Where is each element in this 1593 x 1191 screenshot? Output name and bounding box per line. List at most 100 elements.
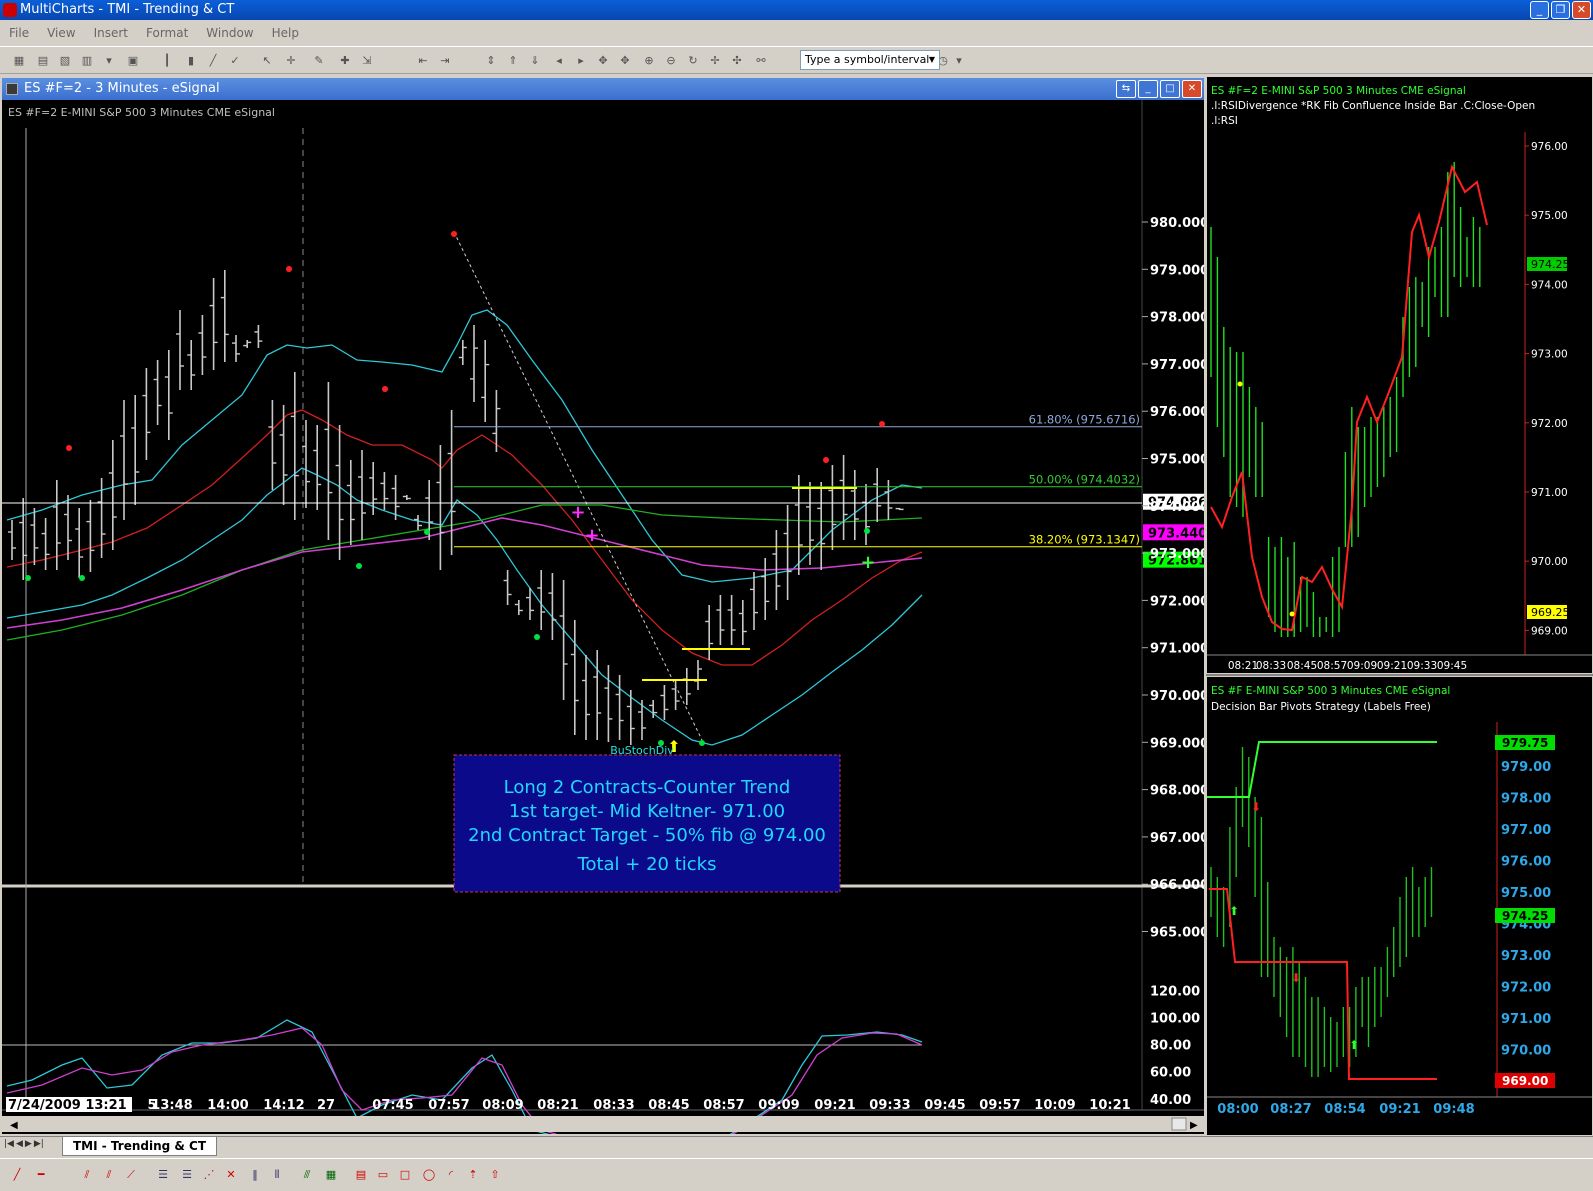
quote-icon[interactable]: ▤ <box>34 52 52 70</box>
scroll-right-icon[interactable]: ▶ <box>1190 1120 1198 1131</box>
move-icon[interactable]: ✥ <box>594 52 612 70</box>
order-icon[interactable]: ▣ <box>124 52 142 70</box>
tab-prev-icon[interactable]: ◀ <box>16 1139 23 1149</box>
channel-icon[interactable]: ⫽ <box>78 1167 96 1183</box>
pivots-top-marker: 979.75 <box>1502 736 1548 750</box>
zoom-in-icon[interactable]: ⊕ <box>640 52 658 70</box>
grid-icon[interactable]: ▦ <box>322 1167 340 1183</box>
scanner-icon[interactable]: ▧ <box>56 52 74 70</box>
shift-right-icon[interactable]: ▸ <box>572 52 590 70</box>
chart-maximize-button[interactable]: □ <box>1160 80 1180 98</box>
move2-icon[interactable]: ✥ <box>616 52 634 70</box>
fib-icon[interactable]: ☰ <box>154 1167 172 1183</box>
square-icon[interactable]: □ <box>396 1167 414 1183</box>
dom-icon[interactable]: ▥ <box>78 52 96 70</box>
price-axis-label: 973.000 <box>1150 547 1204 562</box>
pivots-chart[interactable]: ES #F E-MINI S&P 500 3 Minutes CME eSign… <box>1207 677 1592 1135</box>
menu-help[interactable]: Help <box>263 24 308 44</box>
text-icon[interactable]: ▤ <box>352 1167 370 1183</box>
cursor-icon[interactable]: ✚ <box>336 52 354 70</box>
regression-icon[interactable]: ⫻ <box>298 1167 316 1183</box>
zoom-out-icon[interactable]: ⊖ <box>662 52 680 70</box>
arrow-up-icon[interactable]: ⇧ <box>486 1167 504 1183</box>
horizontal-scrollbar[interactable] <box>2 1116 1204 1132</box>
stoch-axis-label: 80.00 <box>1150 1039 1191 1054</box>
main-chart-title: ES #F=2 - 3 Minutes - eSignal <box>24 81 220 96</box>
note-line-3: 2nd Contract Target - 50% fib @ 974.00 <box>468 825 826 846</box>
bars-icon[interactable]: ┃ <box>158 52 176 70</box>
gann-icon[interactable]: ✕ <box>222 1167 240 1183</box>
candle-icon[interactable]: ▮ <box>182 52 200 70</box>
price-axis-label: 972.000 <box>1150 594 1204 609</box>
fan-icon[interactable]: ⋰ <box>200 1167 218 1183</box>
time-axis-label: 09:33 <box>869 1098 910 1113</box>
settings-icon[interactable]: ✣ <box>728 52 746 70</box>
hline-icon[interactable]: ━ <box>32 1167 50 1183</box>
main-chart-titlebar[interactable]: ES #F=2 - 3 Minutes - eSignal ⇆ _ □ ✕ <box>2 78 1204 100</box>
tab-first-icon[interactable]: |◀ <box>4 1139 14 1149</box>
note-line-4: Total + 20 ticks <box>577 854 717 875</box>
drag-icon[interactable]: ⇲ <box>358 52 376 70</box>
symbol-dropdown-icon[interactable]: ▼ <box>925 51 939 69</box>
tab-next-icon[interactable]: ▶ <box>25 1139 32 1149</box>
chart-minimize-button[interactable]: _ <box>1138 80 1158 98</box>
tab-workspace[interactable]: TMI - Trending & CT <box>62 1137 218 1156</box>
green-dot <box>25 575 31 581</box>
rect-icon[interactable]: ▭ <box>374 1167 392 1183</box>
scroll-left-icon[interactable]: ◀ <box>10 1120 18 1131</box>
chart-icon[interactable]: ▦ <box>10 52 28 70</box>
shift-left-icon[interactable]: ◂ <box>550 52 568 70</box>
menu-file[interactable]: File <box>0 24 38 44</box>
pointer-icon[interactable]: ↖ <box>258 52 276 70</box>
crosshair-icon[interactable]: ✛ <box>282 52 300 70</box>
clock-dropdown-icon[interactable]: ▾ <box>950 52 968 70</box>
trendline-icon[interactable]: ╱ <box>8 1167 26 1183</box>
yellow-dot <box>1289 611 1295 617</box>
ellipse-icon[interactable]: ◯ <box>420 1167 438 1183</box>
dropdown-icon[interactable]: ▾ <box>100 52 118 70</box>
symbol-input-text: Type a symbol/interval <box>805 53 930 66</box>
symbol-input[interactable]: Type a symbol/interval ▼ <box>800 50 940 70</box>
expand-down-icon[interactable]: ⇓ <box>526 52 544 70</box>
rsi-chart[interactable]: ES #F=2 E-MINI S&P 500 3 Minutes CME eSi… <box>1207 77 1592 673</box>
chart-close-button[interactable]: ✕ <box>1182 80 1202 98</box>
menu-view[interactable]: View <box>38 24 84 44</box>
scroll-right-icon[interactable]: ⇥ <box>436 52 454 70</box>
pivots-price-label: 971.00 <box>1501 1012 1551 1027</box>
pitchfork-icon[interactable]: ⫽ <box>100 1167 118 1183</box>
menu-window[interactable]: Window <box>197 24 262 44</box>
pivots-chart-header: ES #F E-MINI S&P 500 3 Minutes CME eSign… <box>1211 685 1450 697</box>
price-axis-label: 967.000 <box>1150 831 1204 846</box>
menu-insert[interactable]: Insert <box>85 24 137 44</box>
compress-icon[interactable]: ⇕ <box>482 52 500 70</box>
chart-options-button[interactable]: ⇆ <box>1116 80 1136 98</box>
ray-icon[interactable]: ⟋ <box>122 1167 140 1183</box>
main-chart[interactable]: ES #F=2 E-MINI S&P 500 3 Minutes CME eSi… <box>2 100 1204 1134</box>
cycle-icon[interactable]: ‖ <box>246 1167 264 1183</box>
rsi-price-label: 973.00 <box>1531 349 1568 361</box>
tab-last-icon[interactable]: ▶| <box>34 1139 44 1149</box>
time-axis-label: 13:48 <box>151 1098 192 1113</box>
price-axis-label: 965.000 <box>1150 926 1204 941</box>
app-titlebar: MultiCharts - TMI - Trending & CT _ ❐ ✕ <box>0 0 1593 20</box>
comment-icon[interactable]: ✎ <box>310 52 328 70</box>
menu-format[interactable]: Format <box>137 24 197 44</box>
minimize-button[interactable]: _ <box>1530 1 1549 19</box>
note-line-2: 1st target- Mid Keltner- 971.00 <box>509 801 785 822</box>
check-icon[interactable]: ✓ <box>226 52 244 70</box>
refresh-icon[interactable]: ↻ <box>684 52 702 70</box>
arrow-icon[interactable]: ⇡ <box>464 1167 482 1183</box>
arc-icon[interactable]: ◜ <box>442 1167 460 1183</box>
pivots-price-label: 972.00 <box>1501 981 1551 996</box>
format-icon[interactable]: ✢ <box>706 52 724 70</box>
fib-ext-icon[interactable]: ☰ <box>178 1167 196 1183</box>
time-icon[interactable]: ⦀ <box>268 1167 286 1183</box>
link-icon[interactable]: ⚯ <box>752 52 770 70</box>
red-dot <box>823 457 829 463</box>
scroll-left-icon[interactable]: ⇤ <box>414 52 432 70</box>
scrollbar-thumb[interactable] <box>1171 1117 1187 1131</box>
expand-up-icon[interactable]: ⇑ <box>504 52 522 70</box>
line-icon[interactable]: ╱ <box>204 52 222 70</box>
restore-button[interactable]: ❐ <box>1551 1 1570 19</box>
close-button[interactable]: ✕ <box>1572 1 1591 19</box>
